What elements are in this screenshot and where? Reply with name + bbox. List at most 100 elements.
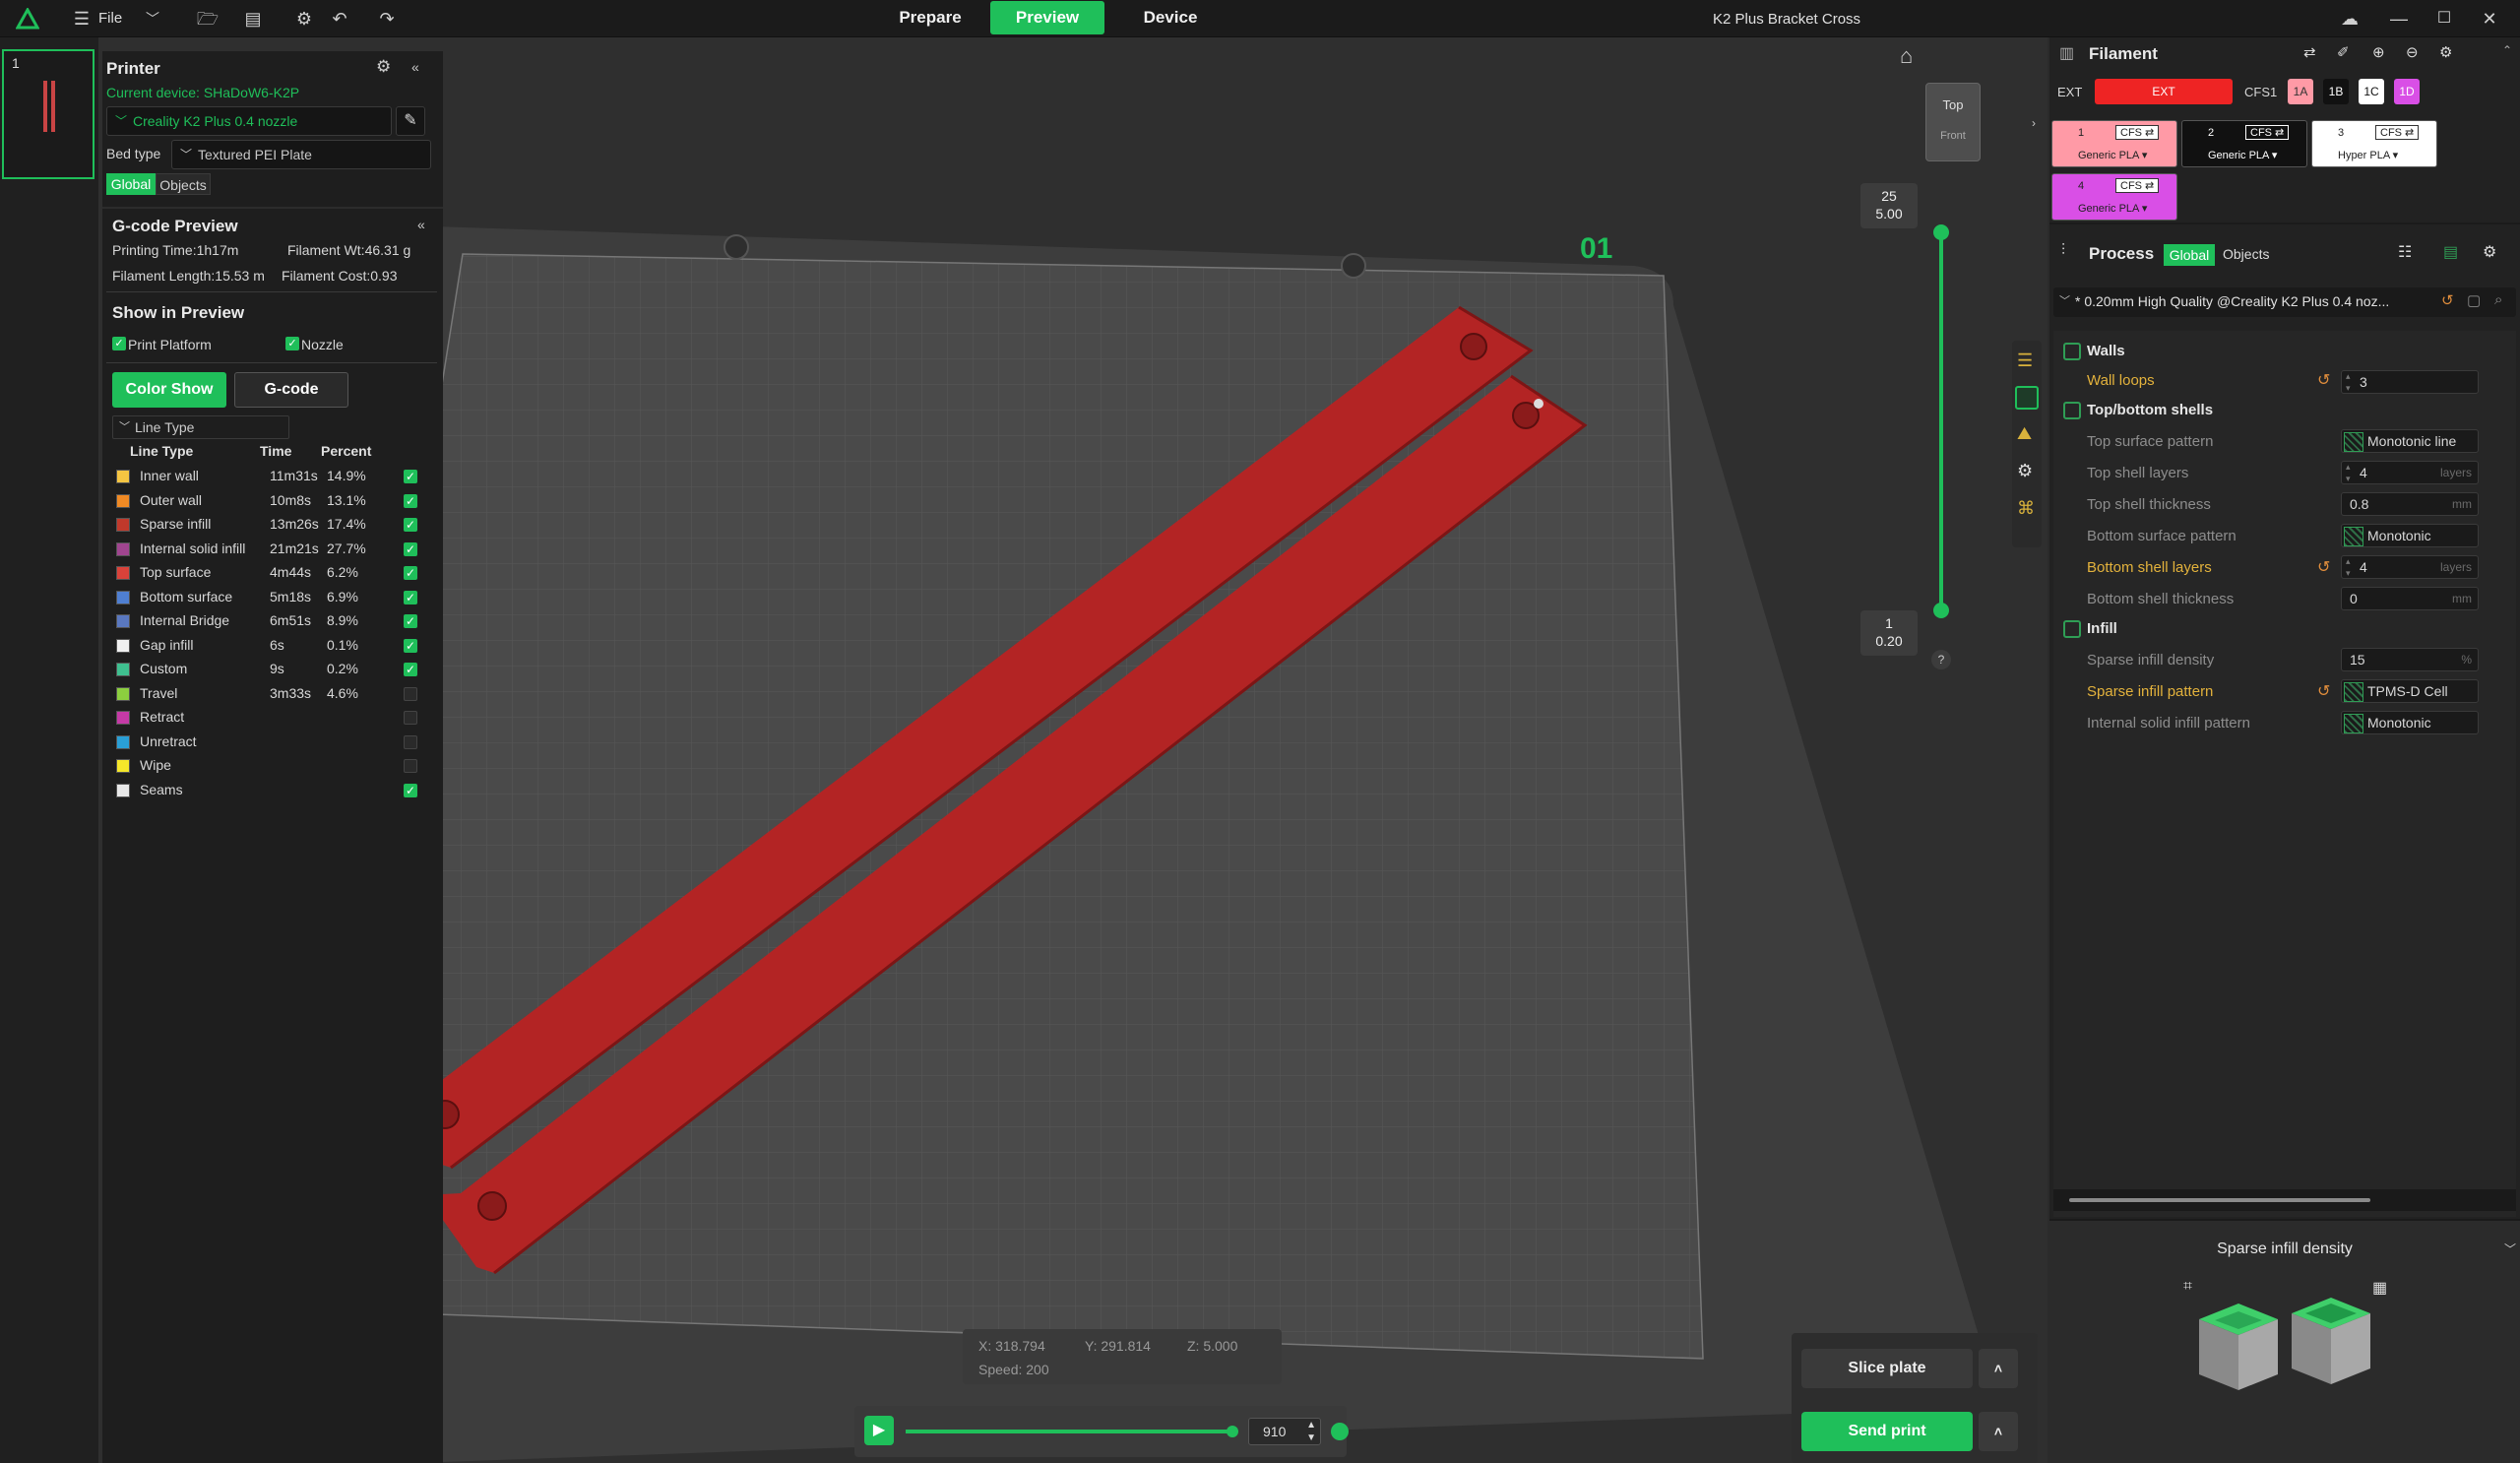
printer-preset-select[interactable]: ﹀ Creality K2 Plus 0.4 nozzle [106, 106, 392, 136]
process-preset-select[interactable]: ﹀ * 0.20mm High Quality @Creality K2 Plu… [2053, 287, 2516, 317]
slot-tab-1b[interactable]: 1B [2323, 79, 2349, 104]
search-icon[interactable]: ⌕ [2494, 291, 2502, 308]
save-icon[interactable]: ▤ [240, 6, 266, 32]
cfs-tag[interactable]: CFS ⇄ [2115, 125, 2160, 140]
gear-icon[interactable]: ⚙ [291, 6, 317, 32]
filament-slot-4[interactable]: 4 CFS ⇄ Generic PLA ▾ [2051, 173, 2177, 221]
cfs-tag[interactable]: CFS ⇄ [2375, 125, 2420, 140]
filament-type-select[interactable]: Generic PLA ▾ [2078, 202, 2147, 215]
help-button[interactable]: ? [1931, 650, 1951, 669]
line-type-checkbox[interactable]: ✓ [404, 614, 417, 628]
line-type-checkbox[interactable] [404, 734, 417, 749]
color-show-button[interactable]: Color Show [112, 372, 226, 408]
bottom-shell-thickness-input[interactable]: 0 mm [2341, 587, 2479, 610]
chevron-down-icon[interactable]: ﹀ [140, 6, 165, 32]
filament-slot-1[interactable]: 1 CFS ⇄ Generic PLA ▾ [2051, 120, 2177, 167]
layers-icon[interactable]: ☰ [2017, 350, 2033, 371]
reset-icon[interactable]: ↺ [2441, 291, 2454, 309]
cfs-tag[interactable]: CFS ⇄ [2245, 125, 2290, 140]
cloud-upload-icon[interactable]: ☁ [2337, 6, 2362, 32]
sparse-density-input[interactable]: 15 % [2341, 648, 2479, 671]
line-type-checkbox[interactable] [404, 686, 417, 701]
line-type-checkbox[interactable] [404, 759, 417, 773]
plate-thumbnail[interactable]: 1 [2, 49, 94, 179]
reset-icon[interactable]: ↺ [2317, 681, 2330, 701]
edit-pencil-icon[interactable]: ✎ [396, 106, 425, 136]
line-type-checkbox[interactable]: ✓ [404, 566, 417, 580]
line-type-checkbox[interactable]: ✓ [404, 518, 417, 532]
menu-icon[interactable]: ☰ [69, 6, 94, 32]
line-type-checkbox[interactable]: ✓ [404, 470, 417, 483]
line-type-checkbox[interactable]: ✓ [404, 493, 417, 508]
filament-slot-3[interactable]: 3 CFS ⇄ Hyper PLA ▾ [2311, 120, 2437, 167]
tab-device[interactable]: Device [1126, 1, 1215, 34]
process-seg-global[interactable]: Global [2164, 244, 2215, 266]
top-shell-thickness-input[interactable]: 0.8 mm [2341, 492, 2479, 516]
cfs-tag[interactable]: CFS ⇄ [2115, 178, 2160, 193]
printer-seg-objects[interactable]: Objects [156, 173, 211, 195]
reset-icon[interactable]: ↺ [2317, 557, 2330, 577]
slice-plate-button[interactable]: Slice plate [1801, 1349, 1973, 1388]
app-logo-icon[interactable] [16, 8, 39, 30]
remove-icon[interactable]: ⊖ [2406, 43, 2419, 61]
advanced-toggle-icon[interactable]: ⚙ [2483, 242, 2496, 262]
reset-icon[interactable]: ↺ [2317, 370, 2330, 390]
bottom-surface-pattern-select[interactable]: Monotonic [2341, 524, 2479, 547]
slot-tab-1a[interactable]: 1A [2288, 79, 2313, 104]
close-icon[interactable]: ✕ [2477, 6, 2502, 32]
ext-slot-button[interactable]: EXT [2095, 79, 2233, 104]
view-cube-front[interactable]: Front [1926, 130, 1980, 142]
gcode-button[interactable]: G-code [234, 372, 348, 408]
wall-loops-input[interactable]: ▴ ▾ 3 [2341, 370, 2479, 394]
view-cube-top[interactable]: Top [1926, 97, 1980, 112]
tab-prepare[interactable]: Prepare [886, 1, 975, 34]
undo-icon[interactable]: ↶ [327, 6, 352, 32]
stepper-icon[interactable]: ▴ ▾ [2346, 555, 2351, 579]
compare-icon[interactable]: ▤ [2443, 242, 2458, 262]
filament-settings-gear-icon[interactable]: ⚙ [2439, 43, 2452, 61]
line-type-checkbox[interactable] [404, 711, 417, 725]
process-seg-objects[interactable]: Objects [2223, 246, 2269, 262]
line-type-checkbox[interactable]: ✓ [404, 783, 417, 797]
nozzle-checkbox[interactable]: ✓ [285, 337, 299, 350]
send-options-caret-icon[interactable]: ˄ [1979, 1412, 2018, 1451]
line-type-checkbox[interactable]: ✓ [404, 541, 417, 556]
print-platform-checkbox[interactable]: ✓ [112, 337, 126, 350]
stepper-icon[interactable]: ▴ ▾ [2346, 461, 2351, 484]
slot-tab-1d[interactable]: 1D [2394, 79, 2420, 104]
bottom-shell-layers-input[interactable]: ▴ ▾ 4 layers [2341, 555, 2479, 579]
horizontal-scrollbar[interactable] [2053, 1189, 2516, 1211]
maximize-icon[interactable]: ☐ [2431, 6, 2457, 32]
stepper-icon[interactable]: ▴ ▾ [2346, 370, 2351, 394]
home-icon[interactable]: ⌂ [1900, 43, 1913, 69]
paint-icon[interactable]: ✐ [2337, 43, 2350, 61]
preview-mode-icon[interactable] [2015, 386, 2039, 410]
printer-settings-gear-icon[interactable]: ⚙ [376, 57, 391, 77]
line-type-checkbox[interactable]: ✓ [404, 638, 417, 653]
slice-options-caret-icon[interactable]: ˄ [1979, 1349, 2018, 1388]
settings-view-icon[interactable]: ⚙ [2017, 461, 2033, 481]
line-type-dropdown[interactable]: ﹀ Line Type [112, 415, 289, 439]
chevron-down-icon[interactable]: ﹀ [2504, 1240, 2516, 1257]
collapse-left-icon[interactable]: « [411, 59, 419, 75]
save-preset-icon[interactable]: ▢ [2467, 291, 2481, 309]
top-shell-layers-input[interactable]: ▴ ▾ 4 layers [2341, 461, 2479, 484]
sync-icon[interactable]: ⇄ [2303, 43, 2316, 61]
bed-type-select[interactable]: ﹀ Textured PEI Plate [171, 140, 431, 169]
tab-preview[interactable]: Preview [990, 1, 1104, 34]
layer-slider-top-handle[interactable] [1933, 224, 1949, 240]
layer-slider-bottom-handle[interactable] [1933, 603, 1949, 618]
move-step-input[interactable]: 910 ▲ ▼ [1248, 1418, 1321, 1445]
internal-solid-select[interactable]: Monotonic [2341, 711, 2479, 734]
more-icon[interactable]: ⌃ [2502, 43, 2512, 57]
assemble-icon[interactable]: ⌘ [2017, 498, 2035, 519]
add-icon[interactable]: ⊕ [2372, 43, 2385, 61]
filament-type-select[interactable]: Generic PLA ▾ [2208, 149, 2277, 161]
list-view-icon[interactable]: ☷ [2398, 242, 2412, 262]
filament-type-select[interactable]: Generic PLA ▾ [2078, 149, 2147, 161]
collapse-arrow-icon[interactable]: › [2032, 116, 2036, 130]
printer-seg-global[interactable]: Global [106, 173, 156, 195]
minimize-icon[interactable]: — [2386, 6, 2412, 32]
play-button[interactable]: ▶ [864, 1416, 894, 1445]
scrollbar-thumb[interactable] [2069, 1198, 2370, 1202]
